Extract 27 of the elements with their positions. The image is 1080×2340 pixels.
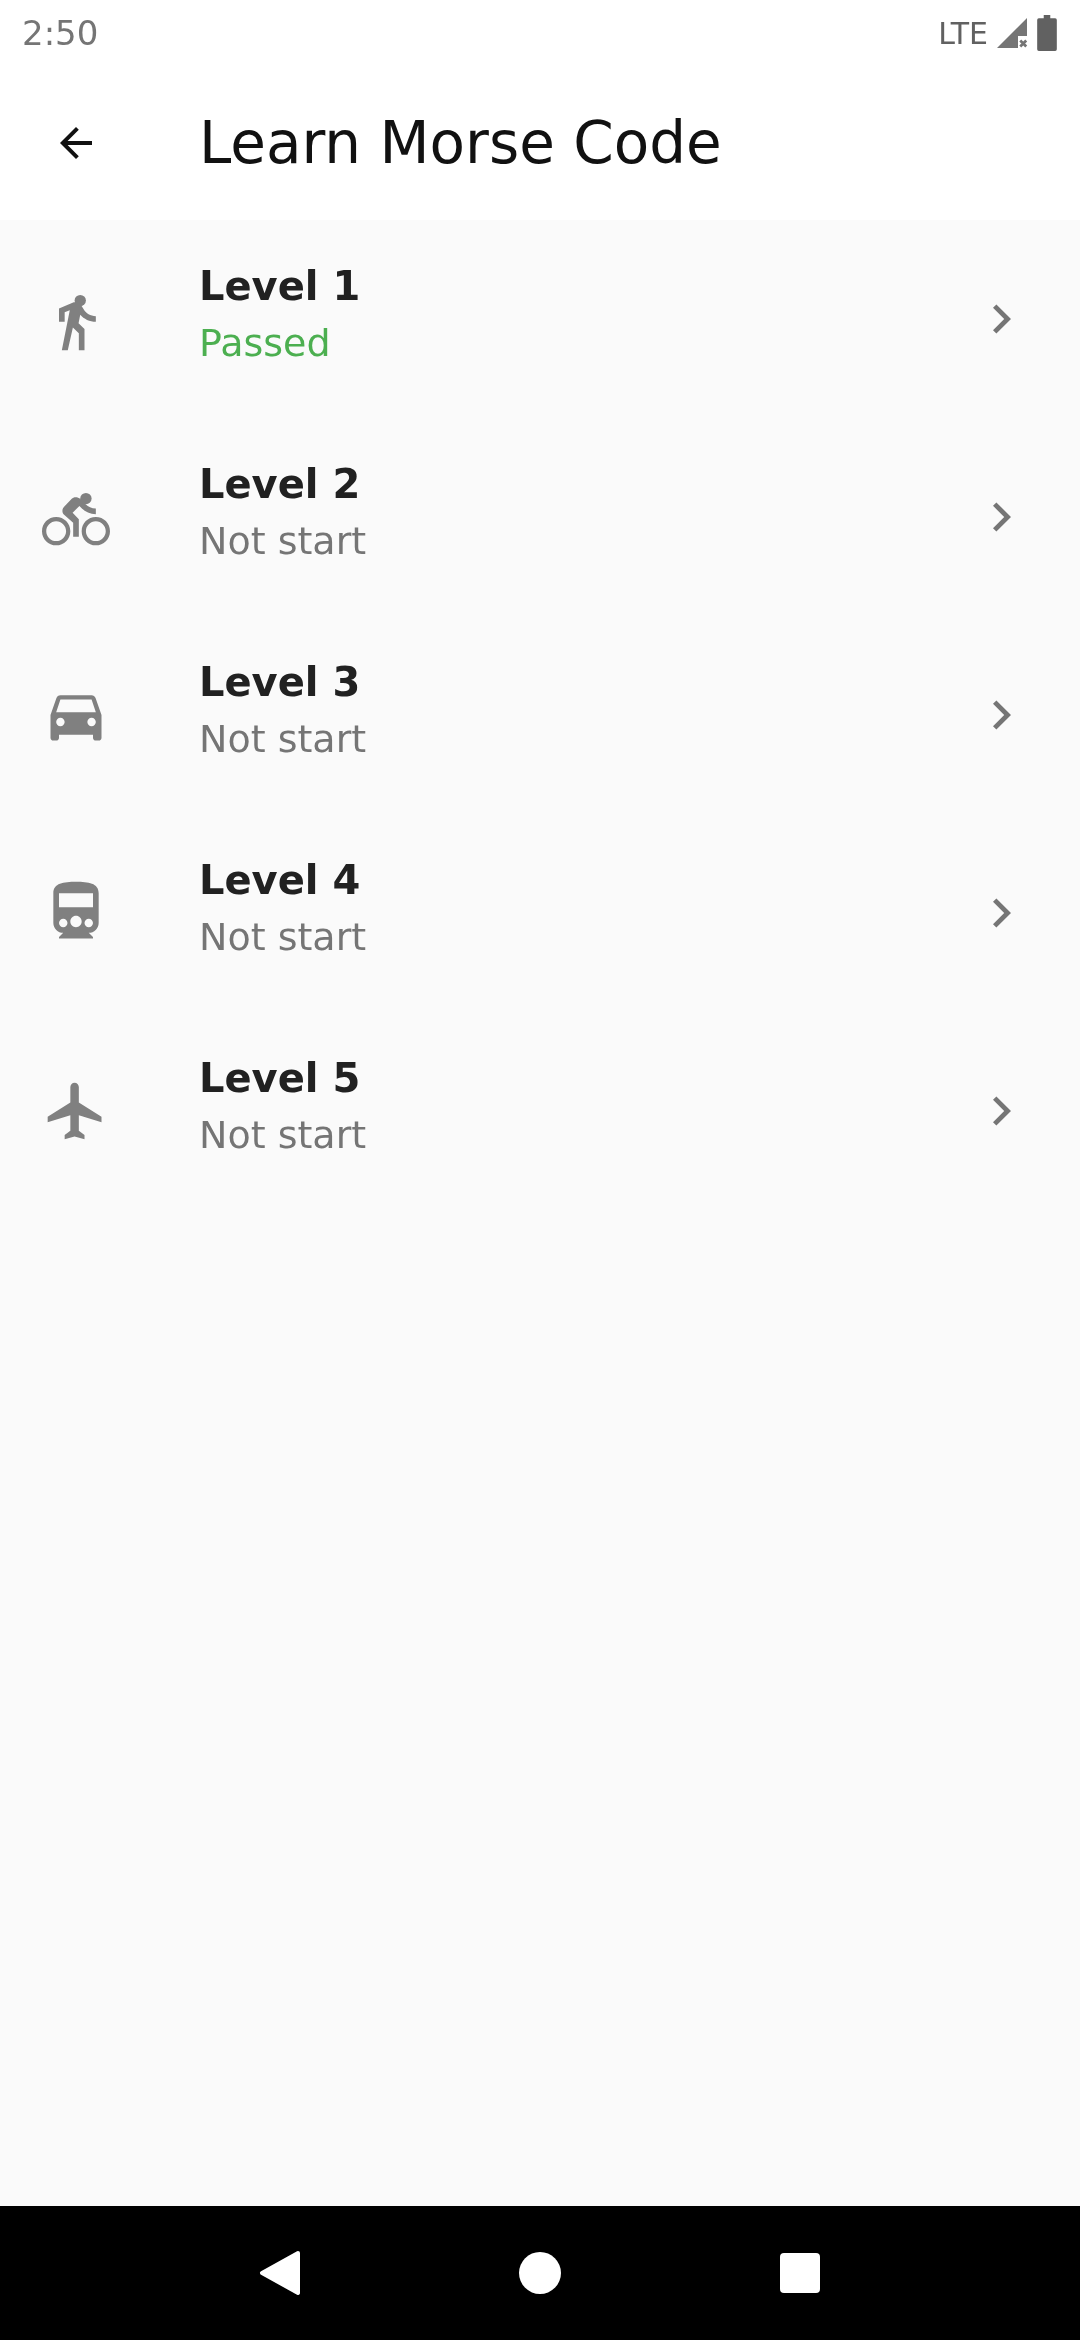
chevron-right-icon <box>993 304 1011 334</box>
level-item[interactable]: Level 4 Not start <box>0 814 1080 1012</box>
chevron-right-icon <box>993 898 1011 928</box>
screen-title: Learn Morse Code <box>199 109 722 177</box>
level-status: Not start <box>199 519 368 563</box>
chevron-right-icon <box>993 502 1011 532</box>
level-title: Level 1 <box>199 263 362 309</box>
level-item[interactable]: Level 2 Not start <box>0 418 1080 616</box>
chevron-right-icon <box>993 700 1011 730</box>
level-item[interactable]: Level 1 Passed <box>0 220 1080 418</box>
recents-square-icon <box>780 2253 820 2293</box>
level-title: Level 5 <box>199 1055 362 1101</box>
level-status: Passed <box>199 321 332 365</box>
level-title: Level 4 <box>199 857 362 903</box>
status-time: 2:50 <box>22 13 99 53</box>
chevron-right-icon <box>993 1096 1011 1126</box>
home-circle-icon <box>519 2252 561 2294</box>
level-title: Level 2 <box>199 461 362 507</box>
level-status: Not start <box>199 717 368 761</box>
level-status: Not start <box>199 915 368 959</box>
level-status: Not start <box>199 1113 368 1157</box>
level-item[interactable]: Level 5 Not start <box>0 1012 1080 1210</box>
level-item[interactable]: Level 3 Not start <box>0 616 1080 814</box>
back-triangle-icon <box>258 2249 302 2297</box>
battery-icon <box>1036 15 1058 51</box>
network-type: LTE <box>938 15 988 51</box>
level-title: Level 3 <box>199 659 362 705</box>
